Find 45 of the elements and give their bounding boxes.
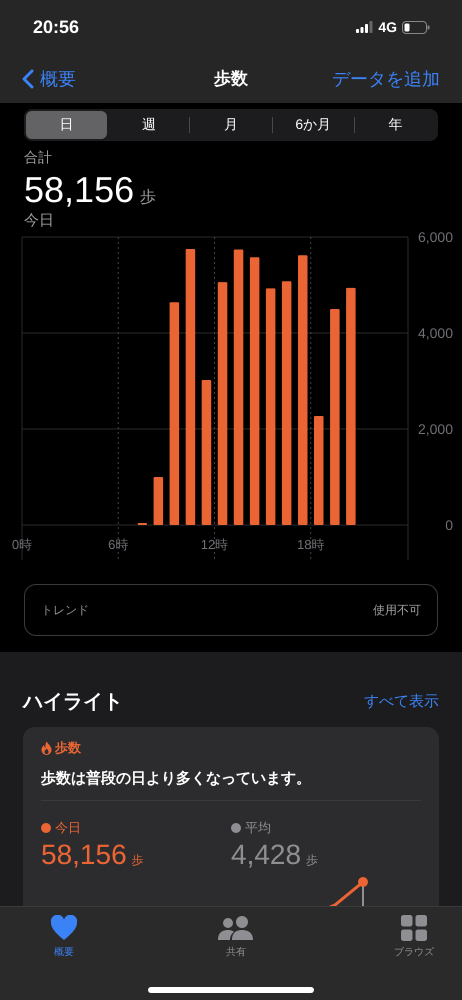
- tab-bar-item[interactable]: 共有: [218, 907, 254, 967]
- total-label: 合計: [24, 149, 53, 167]
- trend-status: 使用不可: [373, 602, 421, 618]
- y-axis-label: 0: [445, 517, 453, 533]
- trend-label: トレンド: [41, 602, 89, 618]
- x-axis-label: 0時: [12, 537, 32, 552]
- stat-value: 58,156: [41, 839, 127, 871]
- status-time: 20:56: [33, 16, 80, 38]
- add-data-button[interactable]: データを追加: [332, 66, 440, 90]
- period-tab[interactable]: 年: [354, 111, 436, 139]
- category-label: 歩数: [55, 739, 81, 757]
- section-title: ハイライト: [23, 690, 123, 715]
- unit-label: 歩: [132, 852, 144, 869]
- unit-label: 歩: [140, 188, 156, 208]
- chevron-left-icon: [22, 68, 34, 88]
- stat-value: 4,428: [231, 839, 302, 871]
- y-axis-label: 2,000: [418, 421, 453, 437]
- network-label: 4G: [378, 19, 397, 35]
- battery-icon: [402, 20, 430, 34]
- page-title: 歩数: [214, 68, 248, 90]
- grid-icon: [401, 915, 427, 941]
- tab-bar-item[interactable]: 概要: [50, 907, 78, 967]
- highlight-message: 歩数は普段の日より多くなっています。: [41, 769, 421, 801]
- x-axis-label: 12時: [200, 537, 228, 552]
- stat-label: 今日: [55, 819, 81, 837]
- y-axis-label: 4,000: [418, 325, 453, 341]
- back-button[interactable]: 概要: [22, 66, 76, 90]
- flame-icon: [41, 741, 52, 755]
- x-axis-label: 6時: [108, 537, 128, 552]
- unit-label: 歩: [306, 852, 318, 869]
- stat-label: 平均: [245, 819, 271, 837]
- show-all-link[interactable]: すべて表示: [364, 692, 439, 711]
- tab-bar-item[interactable]: ブラウズ: [394, 907, 434, 967]
- period-tab[interactable]: 6か月: [272, 111, 354, 139]
- period-tab[interactable]: 日: [26, 111, 108, 139]
- signal-icon: [356, 21, 374, 33]
- total-value: 58,156: [24, 169, 134, 211]
- period-tab[interactable]: 週: [108, 111, 190, 139]
- y-axis-label: 6,000: [418, 232, 453, 245]
- people-icon: [218, 915, 254, 941]
- period-tab[interactable]: 月: [190, 111, 272, 139]
- heart-icon: [50, 915, 78, 941]
- date-label: 今日: [24, 211, 55, 230]
- x-axis-label: 18時: [297, 537, 324, 552]
- chart-bar: [154, 477, 164, 525]
